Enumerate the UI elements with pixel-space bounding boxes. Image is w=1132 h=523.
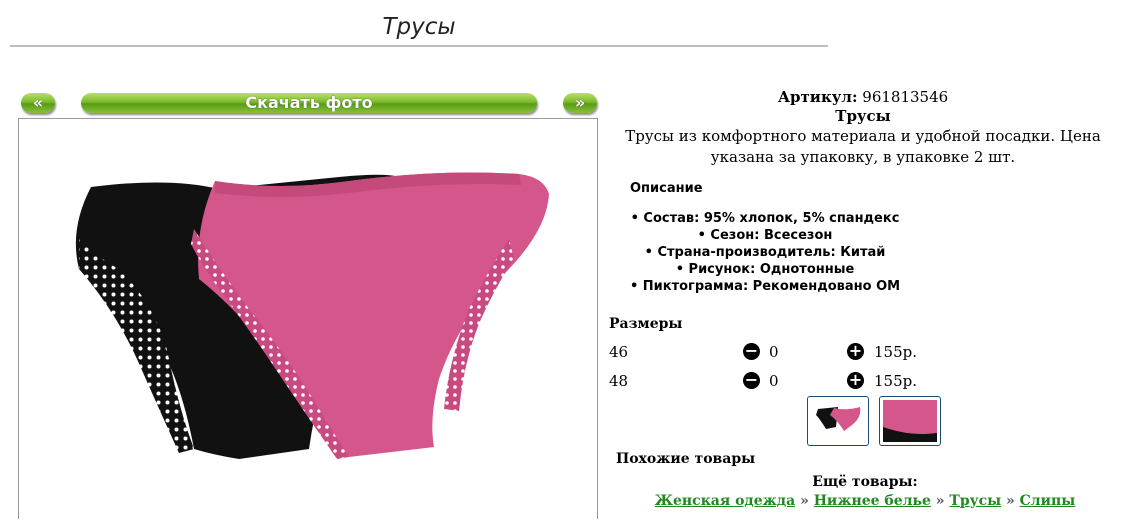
more-products-heading: Ещё товары: xyxy=(812,474,918,490)
thumbnail-image xyxy=(816,407,861,431)
property-item: Состав: 95% хлопок, 5% спандекс xyxy=(600,210,930,227)
minus-icon[interactable]: − xyxy=(743,343,760,360)
plus-icon[interactable]: + xyxy=(847,343,864,360)
product-info: Артикул: 961813546 Трусы Трусы из комфор… xyxy=(600,88,1126,168)
title-divider xyxy=(10,45,828,47)
property-list: Состав: 95% хлопок, 5% спандекс Сезон: В… xyxy=(600,210,930,295)
size-label: 48 xyxy=(609,372,629,390)
article-line: Артикул: 961813546 xyxy=(600,88,1126,106)
size-label: 46 xyxy=(609,343,629,361)
article-label: Артикул: xyxy=(777,88,858,106)
thumbnail-image xyxy=(883,400,937,442)
breadcrumb-link[interactable]: Трусы xyxy=(949,493,1001,509)
breadcrumb-separator: » xyxy=(800,493,809,509)
thumbnail-2[interactable] xyxy=(879,396,941,446)
sizes-heading: Размеры xyxy=(609,316,683,332)
thumbnail-1[interactable] xyxy=(807,396,869,446)
breadcrumb-separator: » xyxy=(1006,493,1015,509)
property-item: Пиктограмма: Рекомендовано ОМ xyxy=(600,278,930,295)
similar-products-heading: Похожие товары xyxy=(616,451,756,467)
breadcrumb: Женская одежда » Нижнее белье » Трусы » … xyxy=(600,493,1130,509)
description-heading: Описание xyxy=(630,181,703,196)
price-value: 155р. xyxy=(874,343,918,361)
next-photo-button[interactable]: » xyxy=(563,93,597,113)
breadcrumb-link[interactable]: Нижнее белье xyxy=(814,493,931,509)
product-name: Трусы xyxy=(835,107,891,125)
breadcrumb-link[interactable]: Слипы xyxy=(1020,493,1076,509)
plus-icon[interactable]: + xyxy=(847,372,864,389)
price-value: 155р. xyxy=(874,372,918,390)
download-photo-button[interactable]: Скачать фото xyxy=(81,93,537,113)
article-value: 961813546 xyxy=(862,88,949,106)
minus-icon[interactable]: − xyxy=(743,372,760,389)
breadcrumb-link[interactable]: Женская одежда xyxy=(655,493,796,509)
page-title: Трусы xyxy=(382,14,456,40)
product-photo[interactable] xyxy=(18,118,598,519)
prev-photo-button[interactable]: « xyxy=(21,93,55,113)
property-item: Рисунок: Однотонные xyxy=(600,261,930,278)
property-item: Страна-производитель: Китай xyxy=(600,244,930,261)
property-item: Сезон: Всесезон xyxy=(600,227,930,244)
product-description: Трусы из комфортного материала и удобной… xyxy=(625,127,1101,166)
quantity-value: 0 xyxy=(769,343,779,361)
breadcrumb-separator: » xyxy=(935,493,945,509)
panties-photo-image xyxy=(75,172,550,459)
quantity-value: 0 xyxy=(769,372,779,390)
